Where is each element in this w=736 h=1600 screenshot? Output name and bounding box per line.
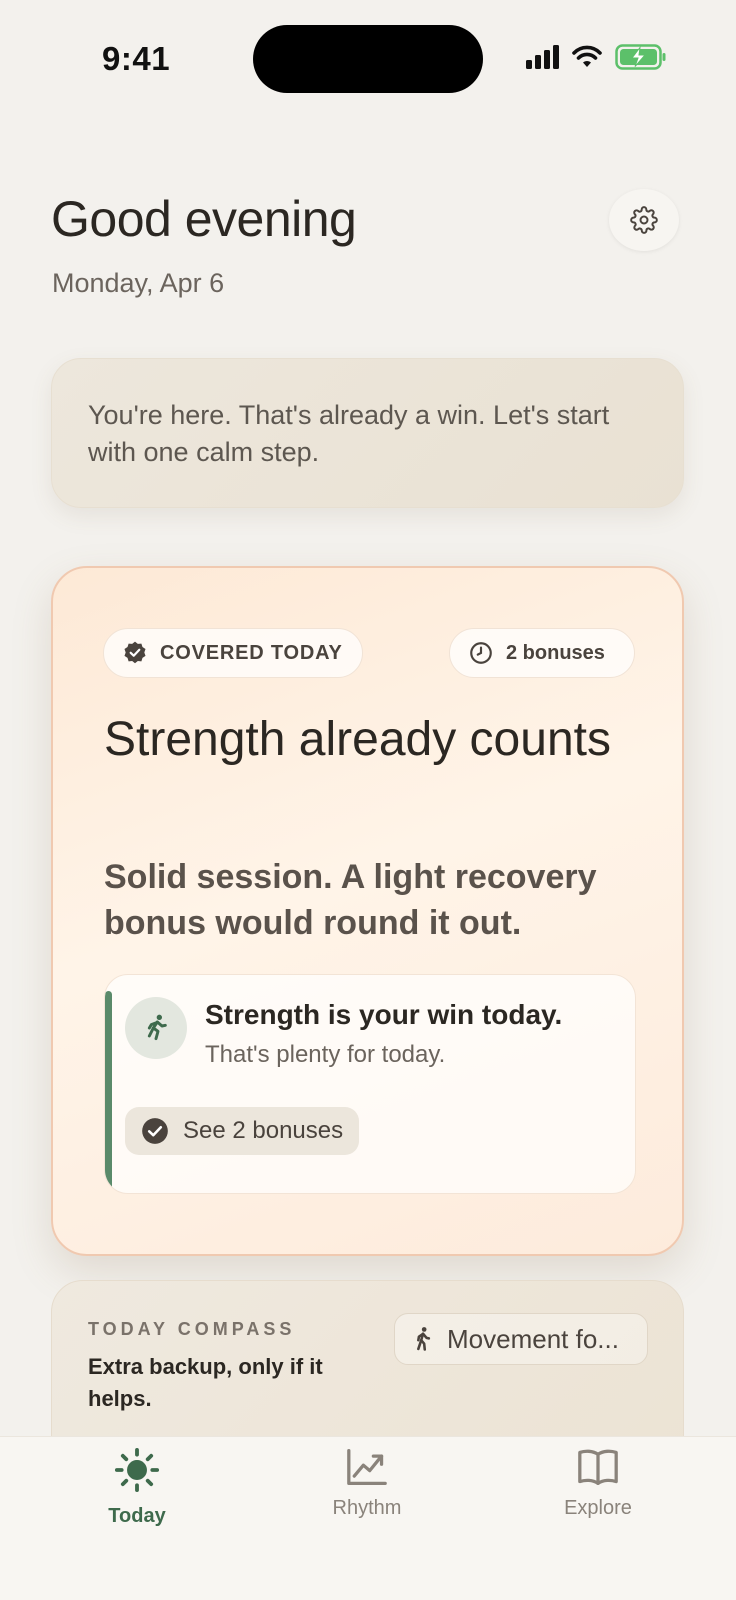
tab-explore-label: Explore <box>564 1497 632 1519</box>
today-win-card[interactable]: COVERED TODAY 2 bonuses Strength already… <box>51 566 684 1256</box>
tab-today[interactable]: Today <box>67 1447 207 1528</box>
win-subtitle: That's plenty for today. <box>205 1041 446 1068</box>
covered-today-label: COVERED TODAY <box>160 641 343 664</box>
dynamic-island <box>253 25 483 93</box>
compass-text: Extra backup, only if it helps. <box>88 1354 323 1411</box>
see-bonuses-button[interactable]: See 2 bonuses <box>125 1107 360 1155</box>
status-bar: 9:41 <box>0 0 736 120</box>
signal-icon <box>526 45 559 69</box>
tab-today-label: Today <box>108 1505 166 1527</box>
clock-icon <box>470 642 492 664</box>
hero-subtitle: Solid session. A light recovery bonus wo… <box>104 858 597 942</box>
tab-rhythm-label: Rhythm <box>332 1497 402 1519</box>
status-time: 9:41 <box>102 40 171 77</box>
hero-title: Strength already counts <box>104 713 611 766</box>
bonuses-label: 2 bonuses <box>506 641 605 664</box>
status-icons <box>526 44 667 70</box>
book-icon <box>578 1449 618 1485</box>
tab-bar: Today Rhythm Explore <box>0 1436 736 1600</box>
sun-icon <box>114 1447 160 1493</box>
encouragement-card: You're here. That's already a win. Let's… <box>51 358 684 508</box>
movement-chip-label: Movement fo... <box>447 1323 619 1354</box>
encouragement-text: You're here. That's already a win. Let's… <box>88 400 610 467</box>
walking-icon <box>417 1327 431 1351</box>
settings-button[interactable] <box>609 189 679 251</box>
win-title: Strength is your win today. <box>205 999 563 1030</box>
battery-icon <box>615 44 666 70</box>
bonuses-badge[interactable]: 2 bonuses <box>449 628 635 678</box>
tab-explore[interactable]: Explore <box>528 1447 668 1520</box>
compass-label: TODAY COMPASS <box>88 1319 296 1339</box>
date-label: Monday, Apr 6 <box>52 268 225 298</box>
wifi-icon <box>572 45 602 67</box>
verified-badge-icon <box>124 641 146 664</box>
page-title: Good evening <box>51 191 357 247</box>
check-circle-icon <box>142 1118 168 1144</box>
tab-rhythm[interactable]: Rhythm <box>297 1447 437 1520</box>
gear-icon <box>630 206 658 234</box>
activity-avatar <box>125 997 187 1059</box>
accent-bar <box>105 991 112 1191</box>
movement-chip[interactable]: Movement fo... <box>394 1313 648 1365</box>
chart-icon <box>347 1449 387 1485</box>
covered-today-badge: COVERED TODAY <box>103 628 363 678</box>
running-icon <box>147 1014 167 1041</box>
see-bonuses-label: See 2 bonuses <box>183 1117 344 1144</box>
win-summary-card: Strength is your win today. That's plent… <box>104 974 636 1194</box>
